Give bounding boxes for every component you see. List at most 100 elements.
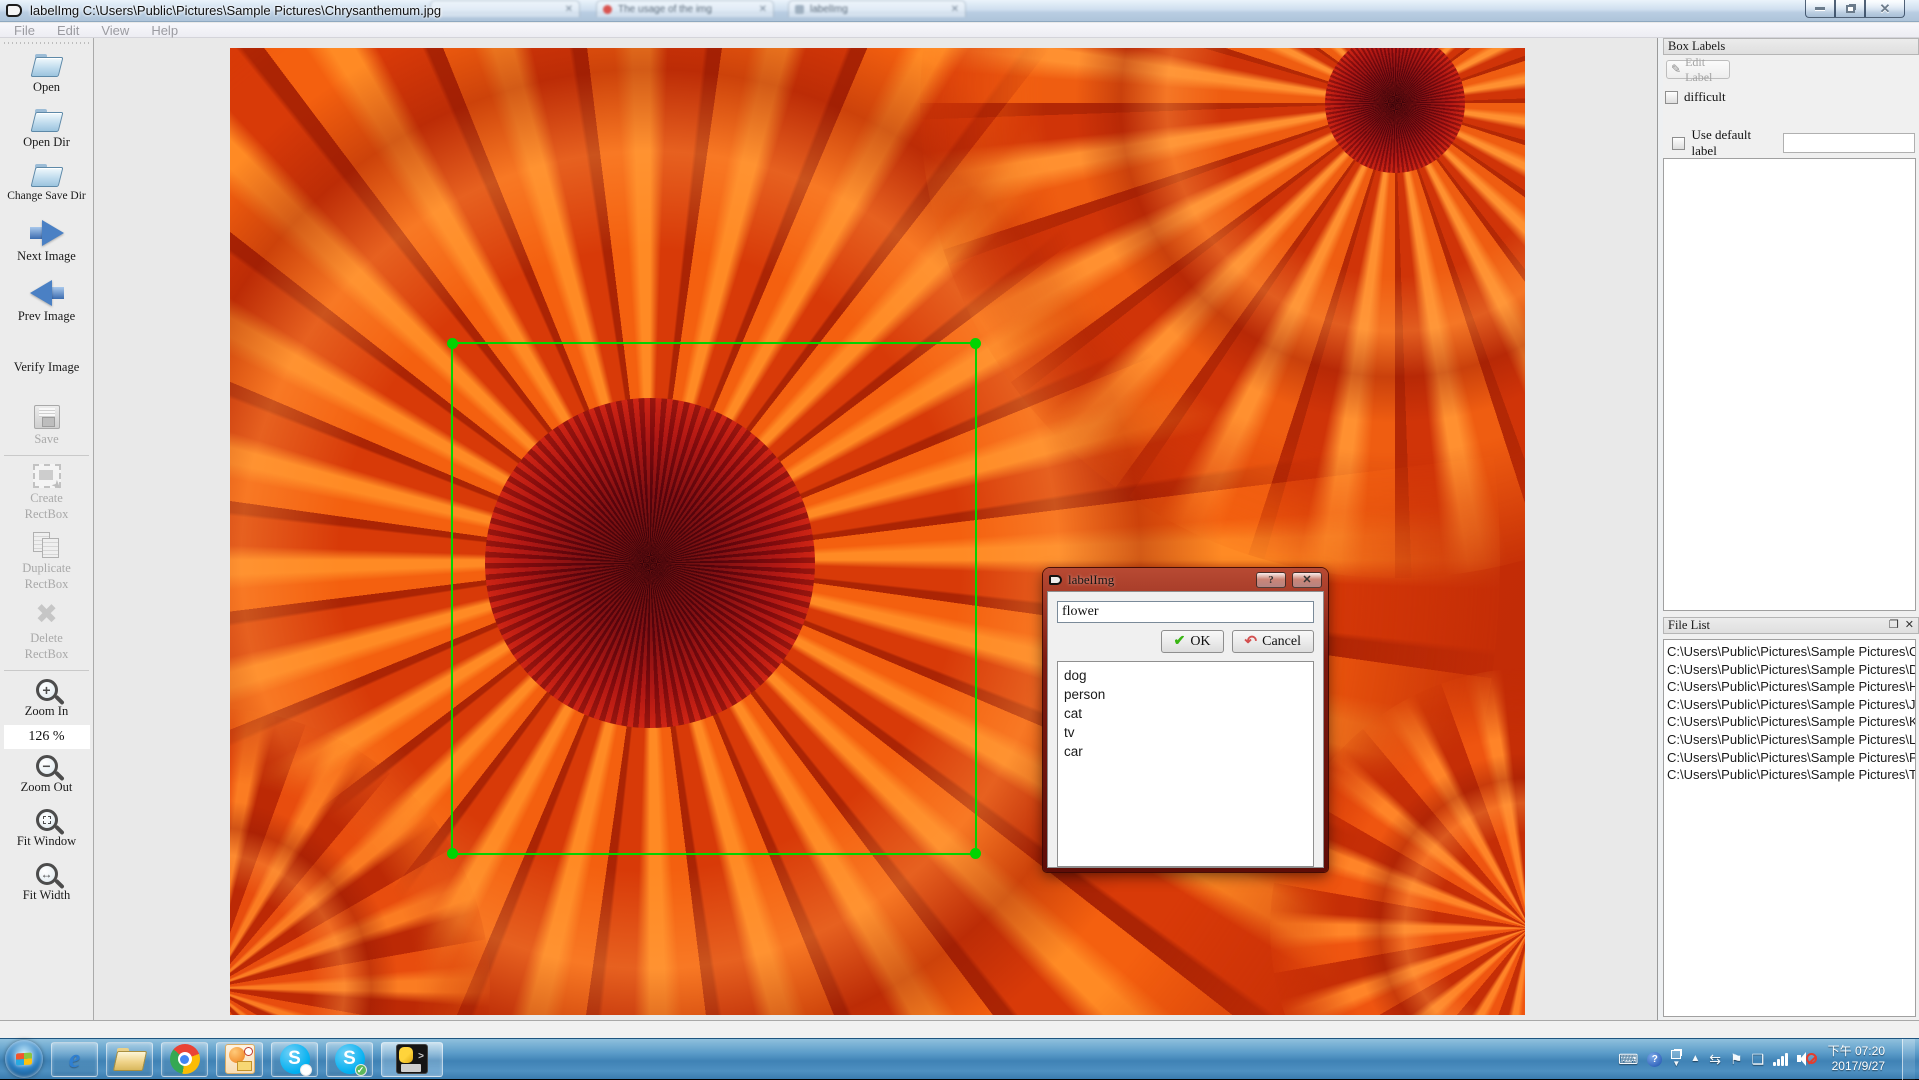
label-name-input[interactable] xyxy=(1057,601,1314,623)
check-icon: ✔ xyxy=(1174,633,1186,650)
bbox-handle-bottom-left[interactable] xyxy=(447,848,458,859)
create-rectbox-button[interactable]: Create RectBox xyxy=(0,464,93,522)
arrow-left-icon xyxy=(30,280,64,306)
dialog-help-button[interactable]: ? xyxy=(1256,572,1286,588)
status-bar xyxy=(0,1020,1919,1038)
dialog-title: labelImg xyxy=(1068,572,1114,588)
file-list-item[interactable]: C:\Users\Public\Pictures\Sample Pictures… xyxy=(1667,643,1915,661)
taskbar-chrome[interactable] xyxy=(161,1042,208,1077)
duplicate-copy-icon xyxy=(33,532,61,558)
next-image-button[interactable]: Next Image xyxy=(0,220,93,264)
dock-close-icon[interactable]: ✕ xyxy=(1905,620,1914,631)
ok-button[interactable]: ✔ OK xyxy=(1161,630,1224,653)
label-option[interactable]: cat xyxy=(1064,704,1307,723)
box-labels-dock-title[interactable]: Box Labels xyxy=(1663,38,1919,55)
keyboard-icon[interactable]: ⌨ xyxy=(1618,1052,1638,1066)
cancel-button[interactable]: ↶ Cancel xyxy=(1232,630,1314,653)
clipboard-icon[interactable]: ❑ xyxy=(1752,1052,1765,1066)
file-list-item[interactable]: C:\Users\Public\Pictures\Sample Pictures… xyxy=(1667,766,1915,784)
duplicate-rectbox-button[interactable]: Duplicate RectBox xyxy=(0,532,93,592)
tab-close-icon: ✕ xyxy=(565,4,573,15)
window-switch-tray-icon[interactable]: ▼ xyxy=(1671,1050,1681,1068)
clock-date: 2017/9/27 xyxy=(1828,1059,1885,1074)
taskbar-clock[interactable]: 下午 07:20 2017/9/27 xyxy=(1828,1044,1885,1074)
taskbar-outlook[interactable] xyxy=(216,1042,263,1077)
internet-explorer-icon: e xyxy=(69,1044,81,1074)
taskbar-skype-offline[interactable]: S xyxy=(271,1042,318,1077)
annotation-bounding-box[interactable] xyxy=(451,342,977,855)
open-button[interactable]: Open xyxy=(0,54,93,95)
menu-file[interactable]: File xyxy=(6,23,43,38)
status-badge xyxy=(300,1064,312,1076)
delete-x-icon: ✖ xyxy=(35,602,58,628)
taskbar-labelimg-active[interactable]: > xyxy=(381,1042,443,1077)
box-labels-list[interactable] xyxy=(1663,158,1916,611)
taskbar-internet-explorer[interactable]: e xyxy=(51,1042,98,1077)
zoom-in-button[interactable]: + Zoom In xyxy=(0,679,93,719)
bbox-handle-top-right[interactable] xyxy=(970,338,981,349)
save-button[interactable]: Save xyxy=(0,405,93,447)
change-save-dir-button[interactable]: Change Save Dir xyxy=(0,164,93,204)
dock-float-icon[interactable]: ❐ xyxy=(1889,620,1899,631)
file-list-dock-title[interactable]: File List ❐ ✕ xyxy=(1663,617,1919,634)
prev-image-button[interactable]: Prev Image xyxy=(0,280,93,324)
action-center-flag-icon[interactable]: ⚑ xyxy=(1730,1052,1743,1066)
dialog-body: ✔ OK ↶ Cancel dog person cat tv car xyxy=(1047,591,1324,868)
status-badge: ✓ xyxy=(355,1064,367,1076)
start-button[interactable] xyxy=(5,1040,43,1078)
menu-help[interactable]: Help xyxy=(143,23,186,38)
sync-icon[interactable]: ⇆ xyxy=(1709,1052,1721,1066)
image-canvas[interactable] xyxy=(95,38,1657,1020)
window-titlebar[interactable]: ✕ The usage of the img ✕ labelImg ✕ labe… xyxy=(0,0,1919,22)
label-option[interactable]: car xyxy=(1064,742,1307,761)
zoom-percent-input[interactable]: 126 % xyxy=(4,725,90,749)
menu-edit[interactable]: Edit xyxy=(49,23,87,38)
help-tray-icon[interactable]: ? xyxy=(1647,1052,1662,1067)
minimize-button[interactable] xyxy=(1805,0,1835,18)
folder-open-icon xyxy=(32,109,62,132)
verify-image-button[interactable]: Verify Image xyxy=(0,360,93,375)
taskbar-file-explorer[interactable] xyxy=(106,1042,153,1077)
screen: ✕ The usage of the img ✕ labelImg ✕ labe… xyxy=(0,0,1919,1079)
taskbar-skype-online[interactable]: S ✓ xyxy=(326,1042,373,1077)
file-list-item[interactable]: C:\Users\Public\Pictures\Sample Pictures… xyxy=(1667,731,1915,749)
ghost-browser-tab: ✕ xyxy=(430,0,580,17)
label-option[interactable]: dog xyxy=(1064,666,1307,685)
label-option[interactable]: tv xyxy=(1064,723,1307,742)
dialog-close-button[interactable]: ✕ xyxy=(1292,572,1322,588)
file-list-item[interactable]: C:\Users\Public\Pictures\Sample Pictures… xyxy=(1667,678,1915,696)
label-option[interactable]: person xyxy=(1064,685,1307,704)
open-dir-button[interactable]: Open Dir xyxy=(0,109,93,150)
restore-button[interactable] xyxy=(1835,0,1865,18)
difficult-checkbox[interactable] xyxy=(1665,91,1678,104)
folder-icon xyxy=(115,1048,145,1070)
file-list-item[interactable]: C:\Users\Public\Pictures\Sample Pictures… xyxy=(1667,696,1915,714)
file-list-item[interactable]: C:\Users\Public\Pictures\Sample Pictures… xyxy=(1667,713,1915,731)
zoom-out-button[interactable]: − Zoom Out xyxy=(0,755,93,795)
fit-window-button[interactable]: Fit Window xyxy=(0,809,93,849)
bbox-handle-top-left[interactable] xyxy=(447,338,458,349)
close-button[interactable]: ✕ xyxy=(1865,0,1905,18)
file-list[interactable]: C:\Users\Public\Pictures\Sample Pictures… xyxy=(1663,639,1916,1017)
file-list-item[interactable]: C:\Users\Public\Pictures\Sample Pictures… xyxy=(1667,749,1915,767)
show-desktop-button[interactable] xyxy=(1902,1039,1915,1080)
undo-arrow-icon: ↶ xyxy=(1245,632,1258,651)
volume-muted-icon[interactable] xyxy=(1797,1051,1815,1067)
menu-view[interactable]: View xyxy=(93,23,137,38)
toolbar-drag-handle[interactable] xyxy=(4,40,89,46)
network-signal-icon[interactable] xyxy=(1773,1053,1788,1066)
show-hidden-icons-arrow[interactable]: ▲ xyxy=(1690,1054,1700,1064)
chrysanthemum-photo[interactable] xyxy=(230,48,1525,1015)
restore-mini-icon xyxy=(1671,1050,1681,1059)
use-default-label-checkbox[interactable] xyxy=(1672,137,1685,150)
file-list-item[interactable]: C:\Users\Public\Pictures\Sample Pictures… xyxy=(1667,661,1915,679)
caret-down-icon: ▼ xyxy=(1672,1060,1680,1068)
default-label-input[interactable] xyxy=(1783,133,1915,153)
fit-width-button[interactable]: ↔ Fit Width xyxy=(0,863,93,903)
toolbar-separator xyxy=(4,670,89,671)
label-history-list[interactable]: dog person cat tv car xyxy=(1057,661,1314,867)
dialog-titlebar[interactable]: labelImg ? ✕ xyxy=(1043,568,1328,591)
bbox-handle-bottom-right[interactable] xyxy=(970,848,981,859)
delete-rectbox-button[interactable]: ✖ Delete RectBox xyxy=(0,602,93,662)
edit-label-button[interactable]: ✎ Edit Label xyxy=(1666,60,1730,79)
